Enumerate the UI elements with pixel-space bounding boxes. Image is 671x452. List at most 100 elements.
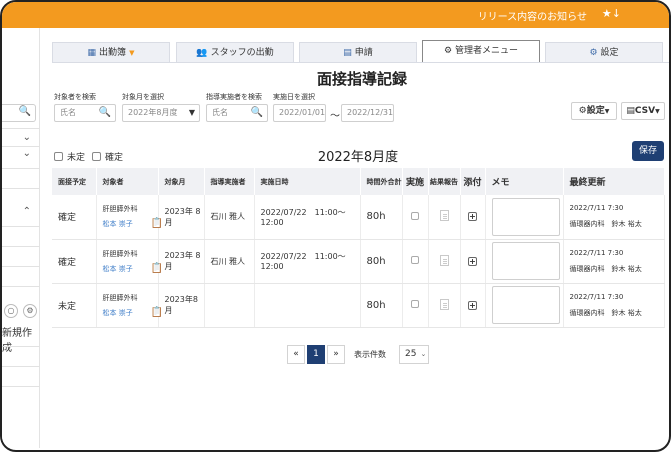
header-target: 対象者	[96, 168, 159, 195]
row-status: 未定	[52, 283, 97, 328]
row-dept: 肝胆膵外科	[102, 249, 138, 258]
row-done-cell	[402, 195, 429, 240]
sidebar-search[interactable]: 🔍	[2, 104, 36, 122]
memo-textarea[interactable]	[491, 197, 560, 236]
save-button[interactable]: 保存	[632, 141, 664, 161]
settings-dropdown-button[interactable]: ⚙設定▼	[571, 102, 617, 120]
report-document-icon[interactable]	[439, 298, 449, 310]
csv-dropdown-button[interactable]: ▤CSV▼	[621, 102, 665, 120]
row-person-link[interactable]: 松本 崇子	[103, 308, 158, 318]
gears-icon: ⚙	[443, 46, 453, 56]
interview-table: 面接予定 対象者 対象月 指導実施者 実施日時 時間外合計 実施 結果報告 添付…	[52, 168, 665, 328]
header-last-updated: 最終更新	[563, 168, 665, 195]
header-target-month: 対象月	[158, 168, 205, 195]
release-notice-link[interactable]: リリース内容のお知らせ	[478, 8, 587, 23]
chevron-up-icon[interactable]: ⌃	[23, 206, 31, 217]
done-checkbox[interactable]	[411, 211, 419, 220]
row-hours: 80h	[360, 283, 403, 328]
sidebar: 🔍 ⌄ ⌄ ⌃ ○ ⚙ 新規作成	[2, 28, 40, 448]
done-checkbox[interactable]	[411, 300, 419, 308]
date-from-input[interactable]: 2022/01/01	[273, 104, 326, 122]
row-attach-cell: +	[460, 195, 486, 240]
page-1-button[interactable]: 1	[307, 345, 325, 364]
guide-search-label: 指導実施者を検索	[206, 93, 262, 101]
favorite-icon[interactable]: ★↓	[602, 7, 621, 20]
row-guide	[204, 283, 255, 328]
gear-icon: ⚙	[578, 106, 587, 116]
row-hours: 80h	[360, 239, 403, 284]
report-document-icon[interactable]	[439, 254, 449, 266]
top-bar: リリース内容のお知らせ ★↓	[2, 2, 669, 28]
chevron-down-icon: ⌄	[420, 350, 427, 358]
date-to-input[interactable]: 2022/12/31	[341, 104, 394, 122]
add-attachment-icon[interactable]: +	[468, 300, 477, 310]
tab-settings[interactable]: ⚙ 設定	[545, 42, 663, 62]
row-status: 確定	[52, 195, 97, 240]
row-memo-cell	[485, 239, 564, 284]
report-document-icon[interactable]	[439, 210, 449, 222]
guide-search-input[interactable]: 氏名 🔍	[206, 104, 268, 122]
prev-page-button[interactable]: «	[287, 345, 305, 364]
row-target: 肝胆膵外科 松本 崇子 📋	[96, 239, 163, 284]
row-report-cell	[428, 195, 461, 240]
done-checkbox[interactable]	[411, 256, 419, 264]
search-icon: 🔍	[250, 107, 263, 118]
row-report-cell	[428, 283, 461, 328]
header-attachment: 添付	[460, 168, 486, 195]
row-dept: 肝胆膵外科	[102, 205, 138, 214]
add-attachment-icon[interactable]: +	[468, 256, 477, 266]
gear-icon[interactable]: ⚙	[23, 304, 37, 318]
month-select[interactable]: 2022年8月度 ▼	[122, 104, 200, 122]
row-dept: 肝胆膵外科	[102, 293, 138, 302]
table-header-row: 面接予定 対象者 対象月 指導実施者 実施日時 時間外合計 実施 結果報告 添付…	[52, 168, 665, 195]
header-interview-plan: 面接予定	[52, 168, 97, 195]
row-person-link[interactable]: 松本 崇子	[103, 264, 158, 274]
file-icon: ▤	[626, 106, 635, 116]
row-target: 肝胆膵外科 松本 崇子 📋	[96, 283, 163, 328]
tab-applications[interactable]: ▤ 申請	[299, 42, 417, 62]
row-person-link[interactable]: 松本 崇子	[103, 219, 158, 229]
caret-down-icon: ▼	[129, 49, 135, 57]
row-month: 2023年 8月	[158, 239, 205, 284]
caret-down-icon: ▼	[188, 108, 195, 117]
per-page-select[interactable]: 25 ⌄	[399, 345, 429, 364]
next-page-button[interactable]: »	[327, 345, 345, 364]
row-month: 2023年 8月	[158, 195, 205, 240]
date-range-separator: 〜	[330, 111, 340, 122]
new-create-button[interactable]: 新規作成	[2, 324, 39, 354]
row-memo-cell	[485, 195, 564, 240]
header-memo: メモ	[485, 168, 564, 195]
row-target: 肝胆膵外科 松本 崇子 📋	[96, 195, 163, 240]
per-page-label: 表示件数	[354, 350, 386, 359]
header-datetime: 実施日時	[254, 168, 361, 195]
row-done-cell	[402, 239, 429, 284]
row-done-cell	[402, 283, 429, 328]
row-month: 2023年8月	[158, 283, 205, 328]
tab-admin-menu[interactable]: ⚙ 管理者メニュー	[422, 40, 540, 63]
memo-textarea[interactable]	[491, 286, 560, 324]
row-status: 確定	[52, 239, 97, 284]
page-title: 面接指導記録	[316, 70, 407, 88]
row-datetime: 2022/07/22 11:00～12:00	[254, 239, 361, 284]
row-guide: 石川 雅人	[204, 239, 255, 284]
circle-icon[interactable]: ○	[4, 304, 18, 318]
users-icon: 👥	[196, 48, 208, 58]
header-overtime: 時間外合計	[360, 168, 403, 195]
add-attachment-icon[interactable]: +	[468, 212, 477, 222]
memo-textarea[interactable]	[491, 242, 560, 280]
month-title: 2022年8月度	[317, 150, 399, 165]
row-updated: 2022/7/11 7:30 循環器内科 鈴木 裕太	[563, 239, 665, 284]
table-icon: ▦	[87, 48, 97, 58]
tab-attendance[interactable]: ▦ 出勤簿 ▼	[52, 42, 170, 62]
clipboard-icon[interactable]: 📋	[151, 263, 163, 274]
row-updated: 2022/7/11 7:30 循環器内科 鈴木 裕太	[563, 195, 665, 240]
row-datetime	[254, 283, 361, 328]
clipboard-icon[interactable]: 📋	[151, 218, 163, 229]
target-search-input[interactable]: 氏名 🔍	[54, 104, 116, 122]
row-report-cell	[428, 239, 461, 284]
row-guide: 石川 雅人	[204, 195, 255, 240]
row-attach-cell: +	[460, 283, 486, 328]
chevron-down-icon[interactable]: ⌄	[23, 132, 31, 143]
clipboard-icon: 📋	[150, 306, 163, 318]
tab-staff-attendance[interactable]: 👥 スタッフの出勤	[176, 42, 294, 62]
